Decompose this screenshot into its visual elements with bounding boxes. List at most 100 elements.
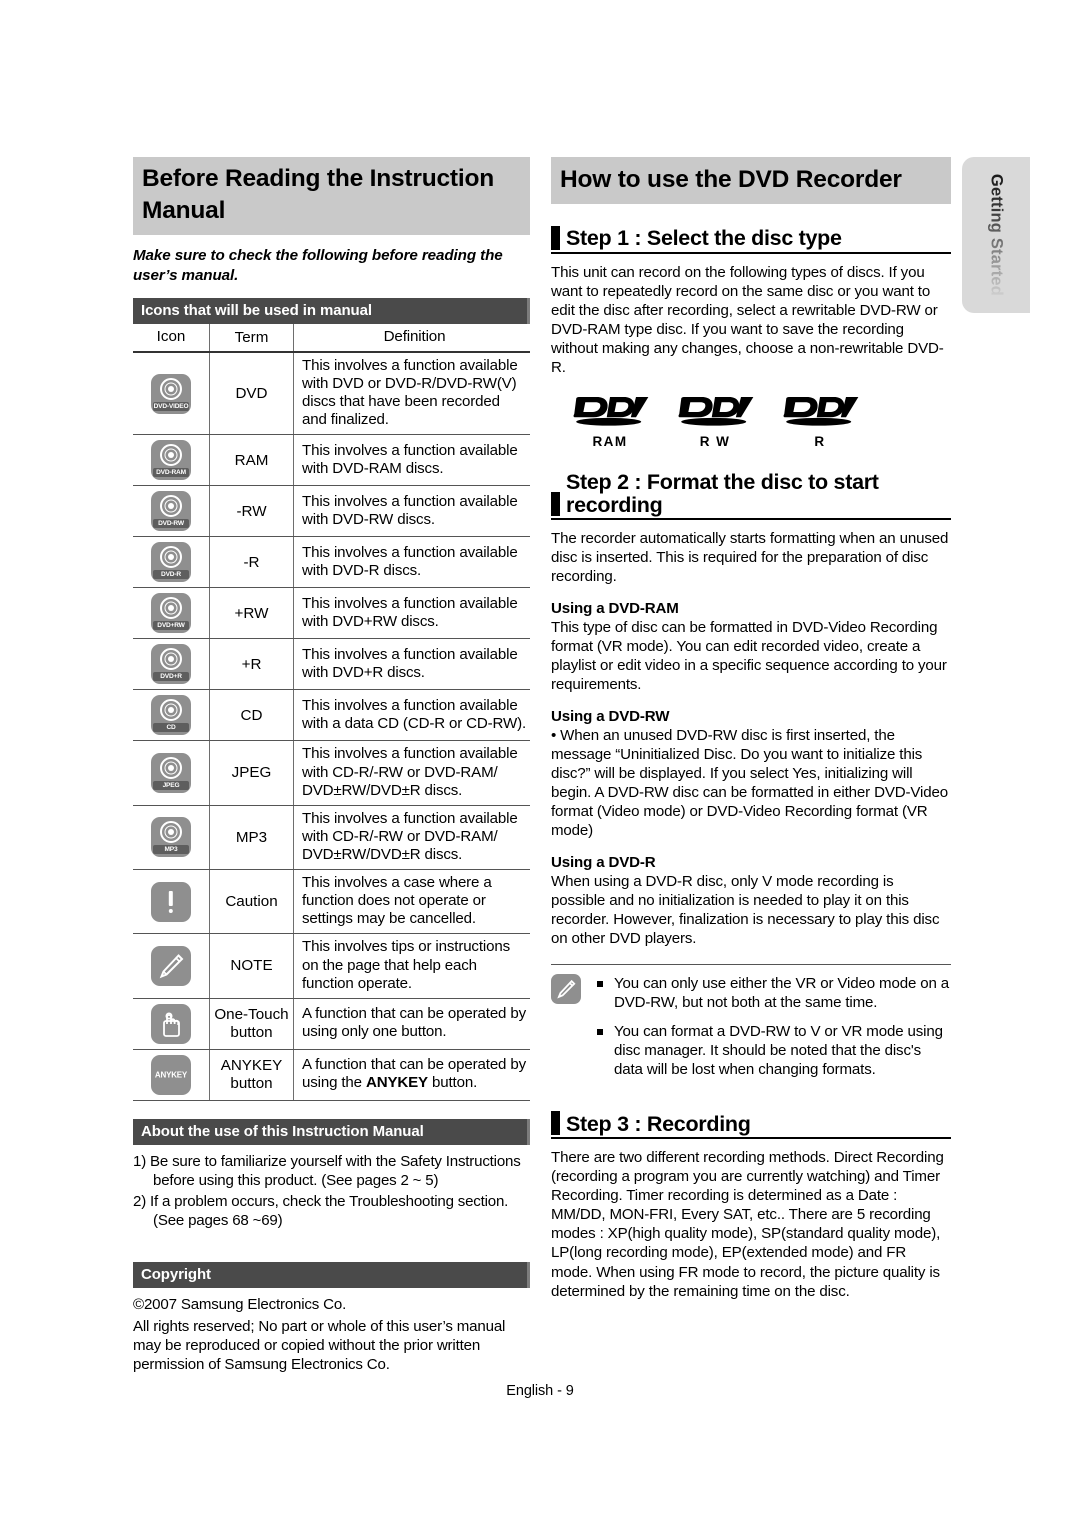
- disc-logo-row: RAM R W R: [571, 394, 951, 449]
- row-icon-cell: [133, 869, 210, 935]
- row-definition: This involves a function available with …: [293, 434, 530, 487]
- table-row: Caution This involves a case where a fun…: [133, 869, 530, 935]
- row-icon-cell: DVD+RW: [133, 587, 210, 640]
- caution-exclamation-icon: [151, 881, 191, 922]
- note-box-icon-wrap: [551, 974, 581, 1089]
- row-term: -RW: [209, 485, 294, 538]
- step-marker-icon: [551, 1111, 560, 1136]
- step-2-heading: Step 2 : Format the disc to start record…: [551, 469, 951, 521]
- icon-caption: DVD-RAM: [153, 468, 189, 478]
- list-item: 1) Be sure to familiarize yourself with …: [133, 1152, 521, 1189]
- copyright-line-1: ©2007 Samsung Electronics Co.: [133, 1296, 347, 1314]
- step-3-body: There are two different recording method…: [551, 1149, 944, 1300]
- row-definition: This involves a function available with …: [293, 587, 530, 640]
- table-row: MP3 MP3 This involves a function availab…: [133, 805, 530, 871]
- row-term: MP3: [209, 805, 294, 871]
- table-row: DVD+R +R This involves a function availa…: [133, 638, 530, 691]
- about-list: 1) Be sure to familiarize yourself with …: [133, 1152, 530, 1231]
- manual-page: Before Reading the Instruction Manual Ma…: [0, 0, 1080, 1534]
- step-1-body: This unit can record on the following ty…: [551, 263, 944, 376]
- step-3-heading: Step 3 : Recording: [551, 1111, 951, 1140]
- table-row: JPEG JPEG This involves a function avail…: [133, 740, 530, 806]
- row-term: One-Touch button: [209, 998, 294, 1050]
- dvd-rw-disc-icon: DVD-RW: [151, 491, 191, 532]
- row-term: JPEG: [209, 740, 294, 806]
- note-item: You can only use either the VR or Video …: [597, 974, 951, 1012]
- note-list: You can only use either the VR or Video …: [597, 974, 951, 1089]
- row-term: -R: [209, 536, 294, 589]
- icons-section-header: Icons that will be used in manual: [133, 297, 530, 324]
- section-title: How to use the DVD Recorder: [551, 157, 951, 204]
- dvd-logo-r: R: [781, 394, 859, 449]
- table-row: DVD-VIDEO DVD This involves a function a…: [133, 352, 530, 436]
- row-definition: This involves a function available with …: [293, 689, 530, 742]
- copyright-section-header: Copyright: [133, 1262, 530, 1289]
- row-definition: This involves a function available with …: [293, 485, 530, 538]
- row-term: Caution: [209, 869, 294, 935]
- mp3-disc-icon: MP3: [151, 817, 191, 858]
- dvd-ram-disc-icon: DVD-RAM: [151, 440, 191, 481]
- cd-disc-icon: CD: [151, 695, 191, 736]
- row-icon-cell: DVD-VIDEO: [133, 352, 210, 436]
- icon-caption: JPEG: [153, 781, 189, 791]
- dvd-plus-rw-disc-icon: DVD+RW: [151, 593, 191, 634]
- row-icon-cell: CD: [133, 689, 210, 742]
- column-header-term: Term: [209, 323, 294, 354]
- note-pencil-icon: [551, 974, 581, 1005]
- row-term: DVD: [209, 352, 294, 436]
- step-1-title: Step 1 : Select the disc type: [566, 226, 842, 251]
- row-definition: This involves a function available with …: [293, 536, 530, 589]
- side-tab-label: Getting Started: [987, 173, 1006, 297]
- icon-caption: DVD-RW: [153, 519, 189, 529]
- table-row: One-Touch button A function that can be …: [133, 998, 530, 1050]
- icon-caption: ANYKEY: [154, 1070, 188, 1080]
- table-row: CD CD This involves a function available…: [133, 689, 530, 742]
- icons-table: Icon Term Definition DVD-VIDEO DVD This …: [133, 323, 530, 1101]
- row-icon-cell: [133, 933, 210, 999]
- dvd-logo-caption: R: [814, 433, 826, 449]
- row-definition: A function that can be operated by using…: [293, 1049, 530, 1101]
- section-side-tab: Getting Started: [962, 157, 1030, 313]
- left-column: Before Reading the Instruction Manual Ma…: [133, 157, 530, 1374]
- table-row: DVD-R -R This involves a function availa…: [133, 536, 530, 589]
- using-dvd-ram-body: This type of disc can be formatted in DV…: [551, 619, 947, 694]
- row-definition: This involves a function available with …: [293, 352, 530, 436]
- step-1-heading: Step 1 : Select the disc type: [551, 225, 951, 254]
- row-icon-cell: JPEG: [133, 740, 210, 806]
- icon-caption: DVD-R: [153, 570, 189, 580]
- using-dvd-r-heading: Using a DVD-R: [551, 854, 656, 872]
- icon-caption: DVD+RW: [153, 621, 189, 631]
- step-2-title: Step 2 : Format the disc to start record…: [566, 469, 879, 517]
- table-header-row: Icon Term Definition: [133, 323, 530, 354]
- icon-caption: DVD-VIDEO: [153, 401, 189, 411]
- page-footer: English - 9: [506, 1383, 574, 1399]
- row-icon-cell: DVD-RW: [133, 485, 210, 538]
- column-header-icon: Icon: [133, 323, 210, 354]
- row-definition: A function that can be operated by using…: [293, 998, 530, 1050]
- copyright-line-2: All rights reserved; No part or whole of…: [133, 1317, 506, 1373]
- step-marker-icon: [551, 225, 560, 250]
- dvd-logo-caption: R W: [699, 433, 731, 449]
- table-row: NOTE This involves tips or instructions …: [133, 933, 530, 999]
- one-touch-hand-icon: [151, 1003, 191, 1044]
- row-term: ANYKEY button: [209, 1049, 294, 1101]
- dvd-video-disc-icon: DVD-VIDEO: [151, 373, 191, 414]
- jpeg-disc-icon: JPEG: [151, 753, 191, 794]
- icon-caption: DVD+R: [153, 672, 189, 682]
- row-icon-cell: MP3: [133, 805, 210, 871]
- using-dvd-ram-heading: Using a DVD-RAM: [551, 600, 679, 618]
- using-dvd-rw-body: • When an unused DVD-RW disc is first in…: [551, 727, 948, 840]
- row-definition: This involves a function available with …: [293, 805, 530, 871]
- row-term: +R: [209, 638, 294, 691]
- about-section-header: About the use of this Instruction Manual: [133, 1118, 530, 1145]
- table-row: DVD-RAM RAM This involves a function ava…: [133, 434, 530, 487]
- row-icon-cell: [133, 998, 210, 1050]
- icon-caption: CD: [153, 723, 189, 733]
- list-item: 2) If a problem occurs, check the Troubl…: [133, 1193, 509, 1230]
- table-row: DVD-RW -RW This involves a function avai…: [133, 485, 530, 538]
- row-definition: This involves a function available with …: [293, 638, 530, 691]
- row-term: RAM: [209, 434, 294, 487]
- row-icon-cell: DVD-R: [133, 536, 210, 589]
- step-marker-icon: [551, 492, 560, 517]
- icon-caption: MP3: [153, 845, 189, 855]
